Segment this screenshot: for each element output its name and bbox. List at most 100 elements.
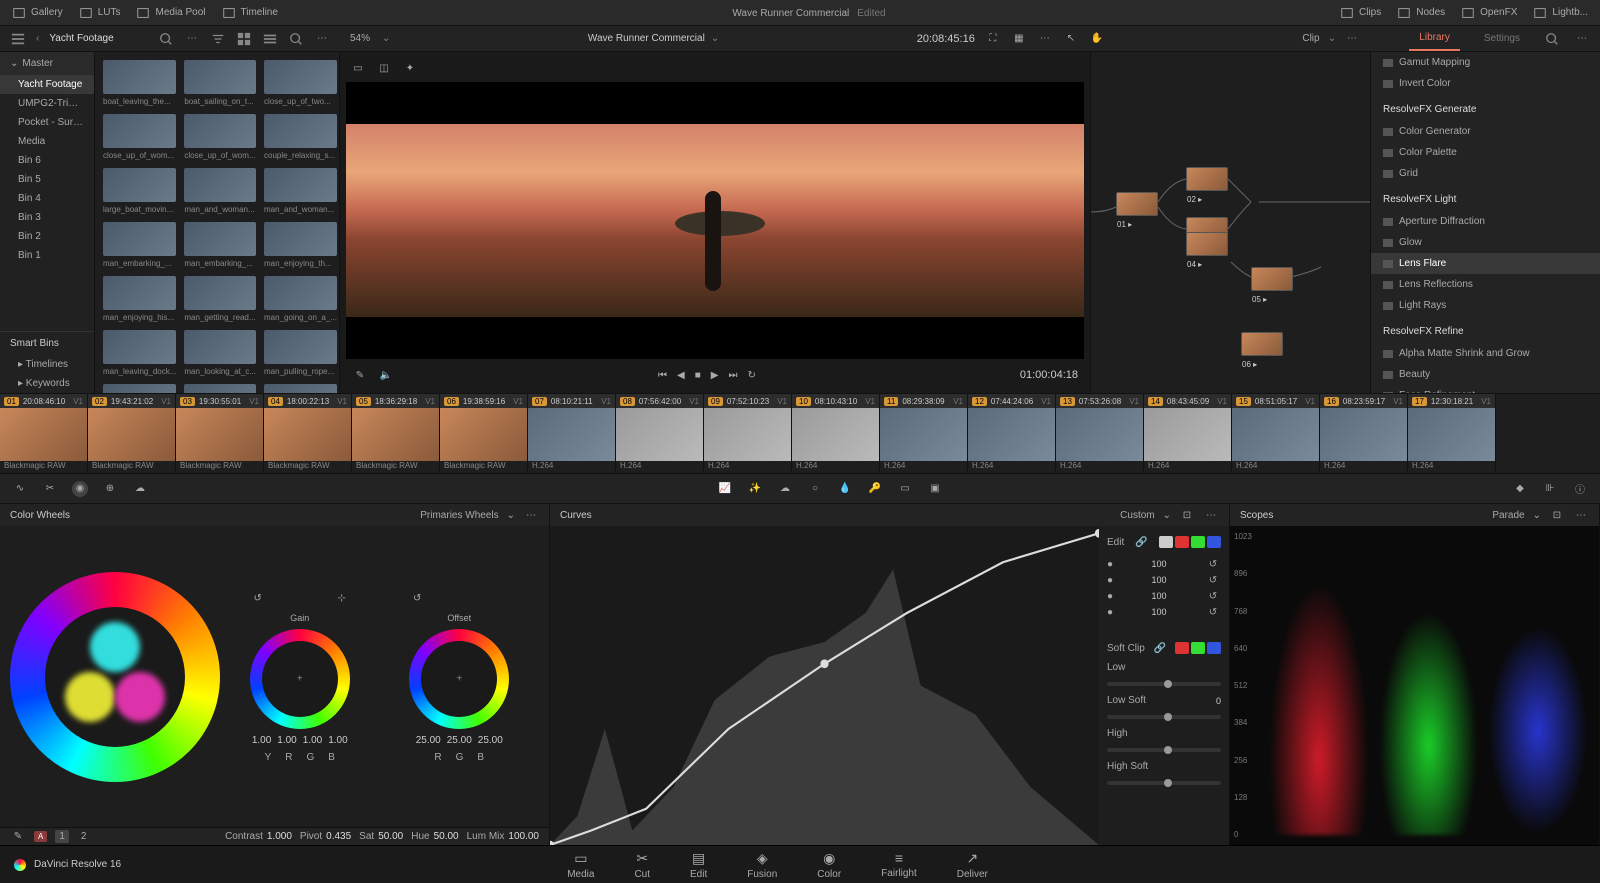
- timeline-clip[interactable]: 0807:56:42:00V1H.264: [616, 394, 704, 473]
- reset-icon[interactable]: ↺: [1205, 572, 1221, 588]
- fx-item[interactable]: Alpha Matte Shrink and Grow: [1371, 343, 1600, 364]
- stop-icon[interactable]: ■: [695, 370, 701, 381]
- bin-item[interactable]: Bin 3: [0, 208, 94, 227]
- lightb--button[interactable]: Lightb...: [1533, 6, 1588, 20]
- timeline-clip[interactable]: 1508:51:05:17V1H.264: [1232, 394, 1320, 473]
- reset-icon[interactable]: ↺: [250, 591, 266, 607]
- curve-intensity-row[interactable]: ●100↺: [1107, 604, 1221, 620]
- timeline-clip[interactable]: 0219:43:21:02V1Blackmagic RAW: [88, 394, 176, 473]
- offset-wheel[interactable]: [409, 629, 509, 729]
- media-clip[interactable]: man_and_woman...: [184, 168, 256, 214]
- timeline-clip[interactable]: 1608:23:59:17V1H.264: [1320, 394, 1408, 473]
- a-chip[interactable]: A: [34, 831, 47, 842]
- fx-item[interactable]: Aperture Diffraction: [1371, 211, 1600, 232]
- curve-intensity-row[interactable]: ●100↺: [1107, 572, 1221, 588]
- page-cut[interactable]: ✂Cut: [634, 850, 650, 880]
- 3d-icon[interactable]: ▣: [927, 481, 943, 497]
- curves-mode[interactable]: Custom: [1120, 510, 1154, 521]
- node-graph[interactable]: 01 ▸02 ▸03 ▸04 ▸05 ▸06 ▸: [1090, 52, 1370, 393]
- more-icon[interactable]: ⋯: [314, 31, 330, 47]
- bin-item[interactable]: Pocket - Surf Sh...: [0, 113, 94, 132]
- tracking-tool-icon[interactable]: ⊕: [102, 481, 118, 497]
- gallery-button[interactable]: Gallery: [12, 6, 63, 20]
- timeline-clip[interactable]: 1108:29:38:09V1H.264: [880, 394, 968, 473]
- chevron-down-icon[interactable]: ⌄: [507, 510, 515, 521]
- media-clip[interactable]: man_enjoying_th...: [264, 222, 337, 268]
- page-edit[interactable]: ▤Edit: [690, 850, 707, 880]
- chevron-down-icon[interactable]: ⌄: [382, 33, 390, 44]
- fx-item[interactable]: Beauty: [1371, 364, 1600, 385]
- nodes-button[interactable]: Nodes: [1397, 6, 1445, 20]
- more-icon[interactable]: ⋯: [1037, 31, 1053, 47]
- hue-value[interactable]: 50.00: [434, 831, 459, 842]
- media-clip[interactable]: boat_leaving_the...: [103, 60, 176, 106]
- loop-icon[interactable]: ↻: [747, 370, 755, 381]
- curves-icon[interactable]: 📈: [717, 481, 733, 497]
- page-1[interactable]: 1: [55, 830, 69, 843]
- split-icon[interactable]: ◫: [376, 60, 392, 76]
- list-view-icon[interactable]: [10, 31, 26, 47]
- tab-library[interactable]: Library: [1409, 26, 1460, 51]
- timeline-clip[interactable]: 1307:53:26:08V1H.264: [1056, 394, 1144, 473]
- bin-item[interactable]: UMPG2-Trimm...: [0, 94, 94, 113]
- media-clip[interactable]: close_up_of_wom...: [184, 114, 256, 160]
- fx-item[interactable]: Color Generator: [1371, 121, 1600, 142]
- fx-item[interactable]: Lens Reflections: [1371, 274, 1600, 295]
- curve-intensity-row[interactable]: ●100↺: [1107, 556, 1221, 572]
- media-clip[interactable]: man_steering_wh...: [264, 384, 337, 393]
- media-clip[interactable]: man_pulling_up_s...: [103, 384, 176, 393]
- viewer-canvas[interactable]: [346, 82, 1084, 359]
- image-wipe-icon[interactable]: ▭: [350, 60, 366, 76]
- link-icon[interactable]: 🔗: [1152, 640, 1168, 656]
- curves-graph[interactable]: [550, 526, 1099, 845]
- key-icon[interactable]: 🔑: [867, 481, 883, 497]
- expand-icon[interactable]: ⛶: [985, 31, 1001, 47]
- goto-start-icon[interactable]: ⏮: [658, 370, 667, 381]
- color-node[interactable]: 01 ▸: [1116, 192, 1158, 216]
- media-clip[interactable]: close_up_of_wom...: [103, 114, 176, 160]
- more-icon[interactable]: ⋯: [1344, 31, 1360, 47]
- info-icon[interactable]: ⓘ: [1572, 481, 1588, 497]
- highsoft-slider[interactable]: [1107, 781, 1221, 785]
- timeline-clip[interactable]: 0518:36:29:18V1Blackmagic RAW: [352, 394, 440, 473]
- goto-end-icon[interactable]: ⏭: [728, 370, 737, 381]
- fx-item[interactable]: Color Palette: [1371, 142, 1600, 163]
- bin-item[interactable]: Bin 2: [0, 227, 94, 246]
- fx-item[interactable]: Face Refinement: [1371, 385, 1600, 393]
- media-clip[interactable]: couple_relaxing_s...: [264, 114, 337, 160]
- color-node[interactable]: 04 ▸: [1186, 232, 1228, 256]
- clip-dropdown[interactable]: Clip: [1302, 33, 1319, 44]
- reset-icon[interactable]: ↺: [1205, 604, 1221, 620]
- timeline-clip[interactable]: 1408:43:45:09V1H.264: [1144, 394, 1232, 473]
- reset-icon[interactable]: ↺: [1205, 556, 1221, 572]
- grid-view-icon[interactable]: [236, 31, 252, 47]
- media-clip[interactable]: large_boat_movin...: [103, 168, 176, 214]
- smart-bin-item[interactable]: ▸ Timelines: [0, 355, 94, 374]
- r-chip[interactable]: [1175, 536, 1189, 548]
- blur-tool-icon[interactable]: ☁: [132, 481, 148, 497]
- high-slider[interactable]: [1107, 748, 1221, 752]
- page-fusion[interactable]: ◈Fusion: [747, 850, 777, 880]
- color-node[interactable]: 06 ▸: [1241, 332, 1283, 356]
- expand-icon[interactable]: ⊡: [1549, 507, 1565, 523]
- media-clip[interactable]: boat_sailing_on_t...: [184, 60, 256, 106]
- more-icon[interactable]: ⋯: [523, 507, 539, 523]
- fx-item[interactable]: Grid: [1371, 163, 1600, 184]
- timeline-clip[interactable]: 1712:30:18:21V1H.264: [1408, 394, 1496, 473]
- hand-icon[interactable]: ✋: [1089, 31, 1105, 47]
- scopes-mode[interactable]: Parade: [1492, 510, 1524, 521]
- page-fairlight[interactable]: ≡Fairlight: [881, 850, 917, 880]
- more-icon[interactable]: ⋯: [1573, 507, 1589, 523]
- tab-settings[interactable]: Settings: [1474, 27, 1530, 50]
- master-bin[interactable]: ⌄ Master: [0, 52, 94, 75]
- qualifier-icon[interactable]: ✎: [352, 367, 368, 383]
- bin-item[interactable]: Yacht Footage: [0, 75, 94, 94]
- unmute-icon[interactable]: 🔈: [378, 367, 394, 383]
- cloud-icon[interactable]: ☁: [777, 481, 793, 497]
- chevron-down-icon[interactable]: ⌄: [711, 33, 719, 44]
- waveform-icon[interactable]: ⊪: [1542, 481, 1558, 497]
- page-color[interactable]: ◉Color: [817, 850, 841, 880]
- timeline-button[interactable]: Timeline: [222, 6, 278, 20]
- fx-item[interactable]: Invert Color: [1371, 73, 1600, 94]
- fx-item[interactable]: Glow: [1371, 232, 1600, 253]
